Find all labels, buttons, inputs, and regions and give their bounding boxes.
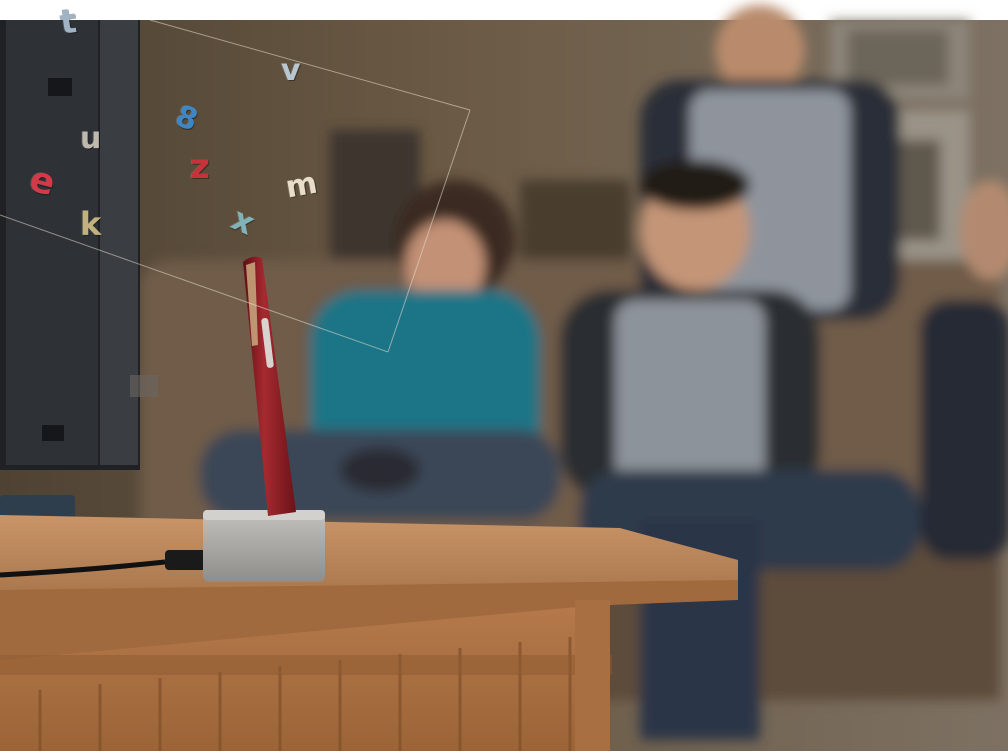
tv bbox=[0, 20, 158, 523]
floating-letter-u: u bbox=[80, 121, 102, 156]
pen-dock bbox=[203, 510, 325, 582]
floating-letter-m: m bbox=[283, 165, 320, 206]
floating-letter-v: v bbox=[281, 53, 301, 88]
scene-illustration bbox=[0, 0, 1008, 751]
floating-letter-z: z bbox=[190, 147, 210, 187]
photo-scene: t v u 8 z e m k x bbox=[0, 0, 1008, 751]
plug bbox=[165, 550, 207, 570]
top-margin bbox=[0, 0, 1008, 20]
floating-letter-k: k bbox=[80, 205, 102, 243]
